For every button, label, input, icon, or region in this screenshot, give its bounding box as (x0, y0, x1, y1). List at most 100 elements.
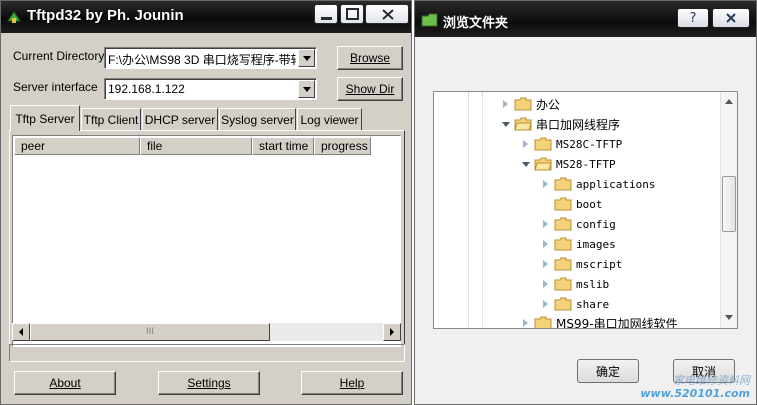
tab-dhcp-server[interactable]: DHCP server (142, 108, 218, 130)
folder-icon (554, 197, 572, 211)
tree-item-config[interactable]: config (540, 215, 616, 233)
expand-arrow-icon[interactable] (540, 278, 552, 290)
close-icon (726, 13, 736, 23)
folder-icon (534, 137, 552, 151)
watermark-url: www.520101.com (640, 387, 750, 400)
maximize-button[interactable] (340, 4, 364, 24)
expand-arrow-icon[interactable] (540, 298, 552, 310)
minimize-icon (321, 17, 332, 20)
scroll-thumb[interactable]: III (30, 323, 270, 341)
tree-item-ms99-software[interactable]: MS99-串口加网线软件 (520, 314, 678, 329)
expand-arrow-icon[interactable] (540, 218, 552, 230)
column-header-start-time[interactable]: start time (252, 137, 314, 155)
tree-item-label: boot (576, 197, 603, 211)
browse-folder-dialog: 浏览文件夹 ? 办公 串口加网线程序 MS28C-TFTP MS28-TFTP … (414, 0, 757, 405)
horizontal-scrollbar[interactable]: III (12, 323, 401, 341)
tree-item-applications[interactable]: applications (540, 175, 655, 193)
watermark: 家电维修资料网 www.520101.com (640, 374, 750, 400)
transfer-list[interactable]: peer file start time progress (12, 135, 401, 347)
tree-item-label: MS28C-TFTP (556, 137, 623, 151)
tree-item-mslib[interactable]: mslib (540, 275, 609, 293)
folder-open-icon (534, 157, 552, 171)
help-button[interactable]: Help (301, 371, 403, 395)
tree-item-images[interactable]: images (540, 235, 616, 253)
close-button[interactable] (365, 4, 409, 24)
show-dir-button[interactable]: Show Dir (337, 77, 403, 101)
tree-item-mscript[interactable]: mscript (540, 255, 622, 273)
tree-guide-line (482, 92, 483, 328)
expand-arrow-icon[interactable] (540, 238, 552, 250)
dialog-titlebar[interactable]: 浏览文件夹 ? (415, 1, 756, 37)
chevron-down-icon[interactable] (298, 49, 315, 67)
question-icon: ? (689, 10, 697, 26)
collapse-arrow-icon[interactable] (520, 158, 532, 170)
folder-icon (554, 297, 572, 311)
expand-arrow-icon[interactable] (540, 178, 552, 190)
dialog-title: 浏览文件夹 (443, 16, 509, 31)
tree-item-label: MS28-TFTP (556, 157, 616, 171)
tree-item-label: config (576, 217, 616, 231)
expand-arrow-icon[interactable] (540, 258, 552, 270)
tree-toggle-spacer (540, 198, 552, 210)
dialog-close-button[interactable] (712, 8, 750, 28)
expand-arrow-icon[interactable] (520, 317, 532, 328)
status-bar (9, 344, 405, 362)
folder-tree[interactable]: 办公 串口加网线程序 MS28C-TFTP MS28-TFTP applicat… (433, 91, 738, 329)
tree-item-ms28c-tftp[interactable]: MS28C-TFTP (520, 135, 622, 153)
folder-icon (554, 277, 572, 291)
folder-icon (514, 97, 532, 111)
scroll-thumb[interactable] (722, 176, 736, 232)
column-header-file[interactable]: file (140, 137, 252, 155)
server-interface-value: 192.168.1.122 (108, 82, 185, 96)
ok-button[interactable]: 确定 (577, 359, 639, 383)
server-interface-combo[interactable]: 192.168.1.122 (104, 78, 317, 100)
maximize-icon (346, 8, 359, 20)
tree-item-label: 办公 (536, 97, 561, 112)
tftpd-titlebar[interactable]: Tftpd32 by Ph. Jounin (1, 1, 411, 33)
arrow-left-icon (19, 328, 23, 336)
tab-syslog-server[interactable]: Syslog server (219, 108, 296, 130)
tftpd-app-icon (7, 11, 21, 23)
tab-tftp-server[interactable]: Tftp Server (10, 105, 80, 131)
folder-icon (554, 257, 572, 271)
tab-tftp-client[interactable]: Tftp Client (81, 108, 141, 130)
server-interface-label: Server interface (13, 80, 98, 94)
arrow-up-icon[interactable] (724, 97, 734, 105)
tree-item-office[interactable]: 办公 (500, 95, 560, 113)
minimize-button[interactable] (314, 4, 338, 24)
column-header-progress[interactable]: progress (314, 137, 371, 155)
tree-guide-line (468, 92, 469, 328)
about-button[interactable]: About (14, 371, 116, 395)
tftpd32-window: Tftpd32 by Ph. Jounin Current Directory … (0, 0, 412, 405)
expand-arrow-icon[interactable] (500, 98, 512, 110)
current-directory-label: Current Directory (13, 49, 105, 63)
folder-open-icon (514, 117, 532, 131)
tree-item-boot[interactable]: boot (540, 195, 603, 213)
folder-icon (554, 237, 572, 251)
folder-app-icon (421, 13, 438, 27)
vertical-scrollbar[interactable] (720, 92, 737, 328)
tree-item-ms28-tftp[interactable]: MS28-TFTP (520, 155, 616, 173)
tftpd-title: Tftpd32 by Ph. Jounin (27, 7, 184, 24)
tree-item-label: share (576, 297, 610, 311)
column-header-peer[interactable]: peer (14, 137, 140, 155)
chevron-down-icon[interactable] (298, 80, 315, 98)
current-directory-combo[interactable]: F:\办公\MS98 3D 串口烧写程序-带转 (104, 47, 317, 69)
tree-item-serial-network[interactable]: 串口加网线程序 (500, 115, 620, 133)
scroll-left-button[interactable] (12, 323, 30, 341)
collapse-arrow-icon[interactable] (500, 118, 512, 130)
tree-item-share[interactable]: share (540, 295, 609, 313)
expand-arrow-icon[interactable] (520, 138, 532, 150)
arrow-right-icon (390, 328, 394, 336)
folder-icon (554, 217, 572, 231)
help-question-button[interactable]: ? (677, 8, 709, 28)
scroll-right-button[interactable] (383, 323, 401, 341)
browse-button[interactable]: Browse (337, 46, 403, 70)
folder-icon (554, 177, 572, 191)
tree-item-label: MS99-串口加网线软件 (556, 316, 678, 329)
arrow-down-icon[interactable] (724, 314, 734, 322)
settings-button[interactable]: Settings (158, 371, 260, 395)
tree-item-label: 串口加网线程序 (536, 117, 621, 132)
tab-log-viewer[interactable]: Log viewer (297, 108, 362, 130)
tree-item-label: mslib (576, 277, 610, 291)
